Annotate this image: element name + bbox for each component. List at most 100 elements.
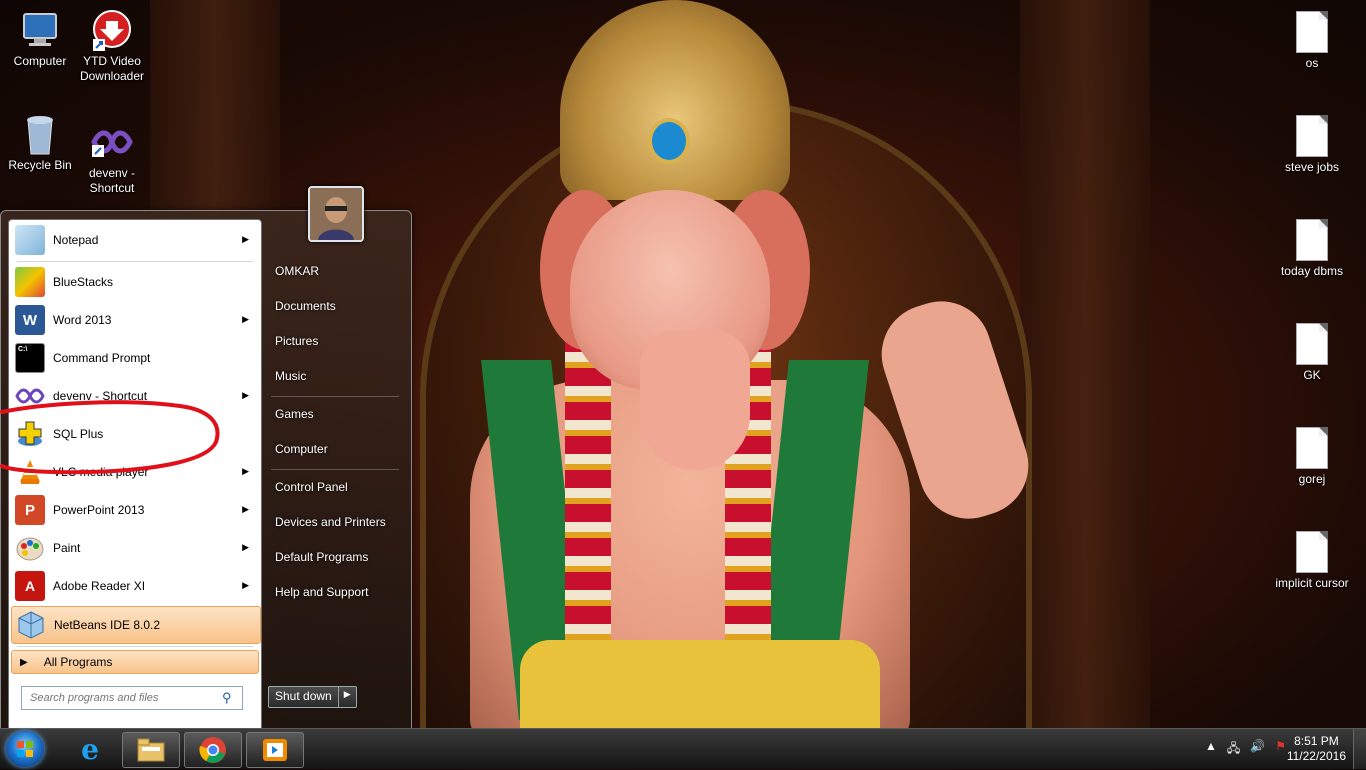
start-right-documents[interactable]: Documents — [267, 291, 407, 321]
desktop-icon-label: devenv - Shortcut — [88, 166, 136, 195]
desktop-icon-label: Recycle Bin — [8, 158, 72, 172]
recycle-bin-icon — [18, 112, 62, 156]
show-hidden-icons-icon[interactable]: ▲ — [1205, 739, 1217, 760]
cmd-icon: C:\ — [15, 343, 45, 373]
paint-icon — [15, 533, 45, 563]
volume-icon[interactable]: 🔊 — [1250, 739, 1265, 760]
program-netbeans[interactable]: NetBeans IDE 8.0.2 — [11, 606, 261, 644]
desktop-icon-computer[interactable]: Computer — [0, 8, 80, 69]
start-search-box[interactable]: ⚲ — [21, 686, 243, 710]
file-explorer-icon — [137, 738, 165, 762]
search-icon[interactable]: ⚲ — [222, 690, 232, 706]
submenu-arrow-icon[interactable]: ▶ — [242, 234, 249, 245]
document-icon — [1290, 322, 1334, 366]
start-button[interactable] — [6, 731, 44, 767]
sqlplus-icon — [15, 419, 45, 449]
desktop-icon-label: os — [1305, 56, 1319, 70]
start-right-devices-printers[interactable]: Devices and Printers — [267, 507, 407, 537]
all-programs-button[interactable]: ▶ All Programs — [11, 650, 259, 674]
desktop-icon-ytd[interactable]: YTD Video Downloader — [72, 8, 152, 84]
desktop-file-gk[interactable]: GK — [1272, 322, 1352, 383]
action-center-flag-icon[interactable]: ⚑ — [1275, 739, 1286, 760]
program-devenv[interactable]: devenv - Shortcut ▶ — [11, 378, 259, 414]
taskbar-internet-explorer[interactable]: e — [62, 732, 118, 766]
desktop-file-gorej[interactable]: gorej — [1272, 426, 1352, 487]
network-icon[interactable]: 🖧 — [1227, 739, 1240, 760]
shutdown-button-group: Shut down ▶ — [268, 686, 357, 708]
program-command-prompt[interactable]: C:\ Command Prompt — [11, 340, 259, 376]
start-right-pictures[interactable]: Pictures — [267, 326, 407, 356]
submenu-arrow-icon[interactable]: ▶ — [242, 314, 249, 325]
chrome-icon — [199, 737, 226, 763]
start-right-user[interactable]: OMKAR — [267, 256, 407, 286]
start-right-games[interactable]: Games — [267, 399, 407, 429]
program-sql-plus[interactable]: SQL Plus — [11, 416, 259, 452]
program-notepad[interactable]: Notepad ▶ — [11, 222, 259, 258]
start-menu-programs-pane: Notepad ▶ BlueStacks W Word 2013 ▶ C:\ C… — [8, 219, 262, 731]
program-vlc[interactable]: VLC media player ▶ — [11, 454, 259, 490]
shutdown-button[interactable]: Shut down — [269, 687, 338, 707]
program-adobe-reader[interactable]: A Adobe Reader XI ▶ — [11, 568, 259, 604]
computer-icon — [18, 8, 62, 52]
desktop-file-steve-jobs[interactable]: steve jobs — [1272, 114, 1352, 175]
start-right-help-support[interactable]: Help and Support — [267, 577, 407, 607]
start-right-music[interactable]: Music — [267, 361, 407, 391]
taskbar-clock[interactable]: 8:51 PM 11/22/2016 — [1287, 734, 1346, 764]
shutdown-options-arrow-icon[interactable]: ▶ — [337, 687, 356, 707]
show-desktop-button[interactable] — [1353, 729, 1366, 769]
desktop-icon-label: steve jobs — [1284, 160, 1340, 174]
visual-studio-icon — [90, 120, 134, 164]
desktop-icon-label: gorej — [1298, 472, 1326, 486]
arrow-right-icon: ▶ — [20, 656, 28, 668]
submenu-arrow-icon[interactable]: ▶ — [242, 580, 249, 591]
desktop-file-today-dbms[interactable]: today dbms — [1272, 218, 1352, 279]
program-word[interactable]: W Word 2013 ▶ — [11, 302, 259, 338]
start-menu: Notepad ▶ BlueStacks W Word 2013 ▶ C:\ C… — [0, 210, 412, 731]
search-input[interactable] — [22, 691, 222, 705]
desktop-icon-label: Computer — [13, 54, 67, 68]
submenu-arrow-icon[interactable]: ▶ — [242, 542, 249, 553]
taskbar: e ▲ 🖧 🔊 ⚑ 8:51 PM 11/22/2016 — [0, 728, 1366, 769]
document-icon — [1290, 10, 1334, 54]
desktop-icon-label: today dbms — [1280, 264, 1344, 278]
desktop-icon-label: GK — [1303, 368, 1321, 382]
document-icon — [1290, 218, 1334, 262]
clock-date: 11/22/2016 — [1286, 749, 1346, 763]
vlc-icon — [15, 457, 45, 487]
document-icon — [1290, 530, 1334, 574]
notepad-icon — [15, 225, 45, 255]
windows-logo-icon — [17, 741, 33, 757]
user-avatar[interactable] — [308, 186, 364, 242]
taskbar-media-player[interactable] — [246, 732, 304, 768]
visual-studio-icon — [15, 381, 45, 411]
desktop-icon-recycle-bin[interactable]: Recycle Bin — [0, 112, 80, 173]
bluestacks-icon — [15, 267, 45, 297]
clock-time: 8:51 PM — [1294, 734, 1339, 748]
program-powerpoint[interactable]: P PowerPoint 2013 ▶ — [11, 492, 259, 528]
media-player-icon — [263, 739, 287, 761]
submenu-arrow-icon[interactable]: ▶ — [242, 390, 249, 401]
system-tray: ▲ 🖧 🔊 ⚑ — [1205, 739, 1286, 760]
powerpoint-icon: P — [15, 495, 45, 525]
document-icon — [1290, 114, 1334, 158]
desktop-file-os[interactable]: os — [1272, 10, 1352, 71]
start-right-computer[interactable]: Computer — [267, 434, 407, 464]
taskbar-file-explorer[interactable] — [122, 732, 180, 768]
adobe-reader-icon: A — [15, 571, 45, 601]
submenu-arrow-icon[interactable]: ▶ — [242, 504, 249, 515]
program-bluestacks[interactable]: BlueStacks — [11, 264, 259, 300]
netbeans-icon — [16, 610, 46, 640]
document-icon — [1290, 426, 1334, 470]
desktop-file-implicit-cursor[interactable]: implicit cursor — [1272, 530, 1352, 591]
desktop-icon-devenv[interactable]: devenv - Shortcut — [72, 120, 152, 196]
submenu-arrow-icon[interactable]: ▶ — [242, 466, 249, 477]
program-paint[interactable]: Paint ▶ — [11, 530, 259, 566]
ytd-downloader-icon — [90, 8, 134, 52]
start-right-control-panel[interactable]: Control Panel — [267, 472, 407, 502]
start-right-default-programs[interactable]: Default Programs — [267, 542, 407, 572]
taskbar-chrome[interactable] — [184, 732, 242, 768]
desktop-icon-label: YTD Video Downloader — [79, 54, 145, 83]
internet-explorer-icon: e — [81, 732, 99, 766]
desktop-icon-label: implicit cursor — [1275, 576, 1349, 590]
word-icon: W — [15, 305, 45, 335]
